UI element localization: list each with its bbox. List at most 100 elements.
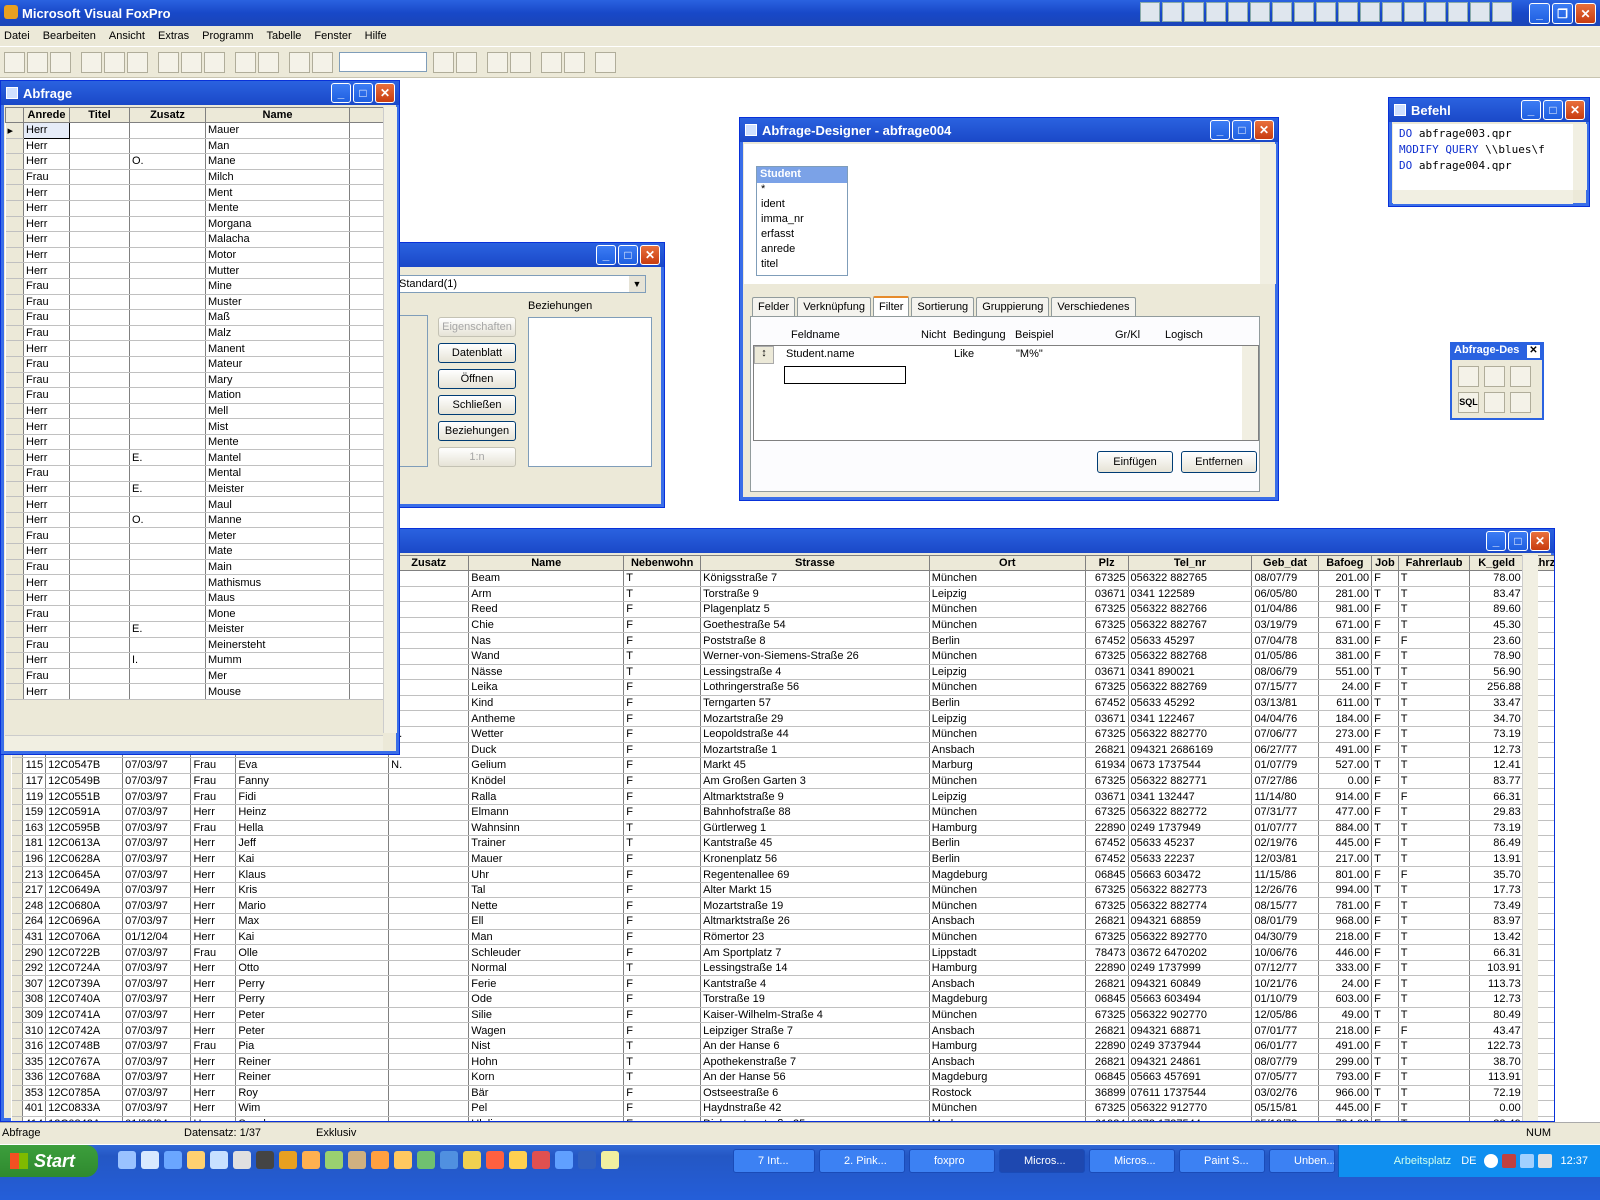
table-cell[interactable]: Morgana xyxy=(205,216,350,233)
command-hscroll[interactable] xyxy=(1393,190,1573,204)
table-row[interactable]: Herr Mouse xyxy=(5,683,384,700)
table-row[interactable]: Herr Mente xyxy=(5,200,384,217)
table-cell[interactable]: 445.00 xyxy=(1318,1100,1373,1117)
table-cell[interactable]: Mane xyxy=(205,153,350,170)
quicklaunch-icon[interactable] xyxy=(463,1151,481,1169)
table-cell[interactable]: Mathismus xyxy=(205,574,350,591)
table-cell[interactable]: Herr xyxy=(23,184,70,201)
table-row[interactable]: Frau Mation xyxy=(5,387,384,404)
close-button[interactable]: ✕ xyxy=(1575,3,1596,24)
table-cell[interactable]: F xyxy=(623,1007,702,1024)
table-cell[interactable]: 094321 60849 xyxy=(1128,975,1253,993)
table-row[interactable]: Frau Maß xyxy=(5,309,384,326)
table-cell[interactable]: 446.00 xyxy=(1318,944,1373,961)
close-button[interactable]: ✕ xyxy=(1565,100,1585,120)
table-cell[interactable]: Kronenplatz 56 xyxy=(700,851,930,868)
field-list-item[interactable]: imma_nr xyxy=(761,213,847,228)
table-cell[interactable] xyxy=(69,340,130,357)
table-cell[interactable] xyxy=(129,325,206,342)
table-cell[interactable]: 0341 890021 xyxy=(1128,664,1253,681)
table-cell[interactable]: T xyxy=(1371,1053,1399,1070)
table-cell[interactable]: F xyxy=(1398,1022,1471,1039)
table-cell[interactable]: Mauer xyxy=(468,851,625,868)
table-cell[interactable]: T xyxy=(623,586,702,603)
table-cell[interactable]: Hamburg xyxy=(929,960,1086,977)
table-cell[interactable]: 67325 xyxy=(1085,1007,1129,1024)
table-cell[interactable]: Malacha xyxy=(205,231,350,248)
quicklaunch-icon[interactable] xyxy=(279,1151,297,1169)
table-cell[interactable]: 056322 882770 xyxy=(1128,726,1253,743)
table-row[interactable]: Herr I. Mumm xyxy=(5,652,384,669)
print-icon[interactable] xyxy=(81,51,102,73)
table-cell[interactable]: F xyxy=(1371,632,1399,649)
table-cell[interactable]: Am Großen Garten 3 xyxy=(700,773,930,790)
table-cell[interactable]: T xyxy=(1398,710,1471,727)
row-selector[interactable] xyxy=(5,559,24,576)
table-cell[interactable]: F xyxy=(1371,929,1399,946)
table-cell[interactable]: Herr xyxy=(190,866,237,883)
table-cell[interactable]: Meister xyxy=(205,621,350,638)
table-cell[interactable]: 22890 xyxy=(1085,960,1129,977)
table-cell[interactable]: 07/03/97 xyxy=(122,835,192,852)
table-cell[interactable]: 113.73 xyxy=(1469,975,1524,993)
table-row[interactable]: 336 12C0768A 07/03/97 Herr Reiner Korn T An der… xyxy=(11,1069,1554,1086)
table-row[interactable]: 290 12C0722B 07/03/97 Frau Olle Schleuder F Am … xyxy=(11,944,1554,961)
new-icon[interactable] xyxy=(4,51,25,73)
table-cell[interactable] xyxy=(69,652,130,669)
table-cell[interactable]: 12C0645A xyxy=(45,866,124,883)
table-cell[interactable]: Ell xyxy=(468,913,625,930)
table-cell[interactable]: Ment xyxy=(205,184,350,201)
table-cell[interactable] xyxy=(129,465,206,482)
table-cell[interactable]: 0673 1737544 xyxy=(1128,757,1253,774)
table-cell[interactable]: Mary xyxy=(205,372,350,389)
table-cell[interactable]: F xyxy=(1371,944,1399,961)
table-cell[interactable]: 49.00 xyxy=(1318,1007,1373,1024)
minimize-button[interactable]: _ xyxy=(1521,100,1541,120)
table-cell[interactable]: F xyxy=(1371,991,1399,1008)
table-cell[interactable] xyxy=(388,1085,470,1102)
table-cell[interactable] xyxy=(388,913,470,930)
table-cell[interactable]: F xyxy=(1371,726,1399,743)
row-selector[interactable] xyxy=(5,216,24,233)
table-row[interactable]: Herr Mist xyxy=(5,418,384,435)
table-cell[interactable]: Mer xyxy=(205,668,350,685)
table-cell[interactable]: 966.00 xyxy=(1318,1085,1373,1102)
table-row[interactable]: 292 12C0724A 07/03/97 Herr Otto Normal T Lessin… xyxy=(11,960,1554,977)
table-cell[interactable]: Wim xyxy=(235,1100,390,1117)
table-cell[interactable]: Ansbach xyxy=(929,1053,1086,1070)
table-cell[interactable]: 03671 xyxy=(1085,664,1129,681)
filter-condition[interactable]: Like xyxy=(954,348,974,360)
table-cell[interactable]: 26821 xyxy=(1085,742,1129,759)
table-cell[interactable]: 994.00 xyxy=(1318,882,1373,899)
table-cell[interactable]: Mario xyxy=(235,897,390,915)
table-row[interactable]: Herr Mutter xyxy=(5,262,384,279)
table-cell[interactable] xyxy=(69,559,130,576)
redo-icon[interactable] xyxy=(258,51,279,73)
table-cell[interactable]: Mozartstraße 19 xyxy=(700,897,930,915)
wizard-icon[interactable] xyxy=(541,51,562,73)
table-cell[interactable]: Fidi xyxy=(235,788,390,805)
table-cell[interactable]: 35.70 xyxy=(1469,866,1524,883)
row-selector[interactable] xyxy=(5,434,24,451)
table-cell[interactable]: Herr xyxy=(190,1053,237,1070)
modify-icon[interactable] xyxy=(312,51,333,73)
table-cell[interactable]: 08/07/79 xyxy=(1251,1053,1319,1070)
table-cell[interactable]: F xyxy=(623,679,702,696)
table-cell[interactable] xyxy=(388,835,470,852)
column-header[interactable]: Geb_dat xyxy=(1251,555,1319,571)
table-cell[interactable]: Herr xyxy=(23,590,70,607)
table-row[interactable]: Herr Mente xyxy=(5,434,384,451)
table-cell[interactable]: 781.00 xyxy=(1318,897,1373,915)
table-cell[interactable]: 07/31/77 xyxy=(1251,804,1319,821)
table-cell[interactable] xyxy=(388,897,470,915)
tab-gruppierung[interactable]: Gruppierung xyxy=(976,297,1050,316)
table-cell[interactable]: 12/26/76 xyxy=(1251,882,1319,899)
table-cell[interactable]: Kai xyxy=(235,851,390,868)
table-cell[interactable] xyxy=(129,527,206,545)
table-cell[interactable] xyxy=(69,387,130,404)
table-cell[interactable] xyxy=(388,710,470,727)
form-designer-icon[interactable] xyxy=(510,51,531,73)
table-cell[interactable]: 094321 24861 xyxy=(1128,1053,1253,1070)
table-cell[interactable]: Haydnstraße 42 xyxy=(700,1100,930,1117)
table-cell[interactable]: 01/04/86 xyxy=(1251,601,1319,618)
